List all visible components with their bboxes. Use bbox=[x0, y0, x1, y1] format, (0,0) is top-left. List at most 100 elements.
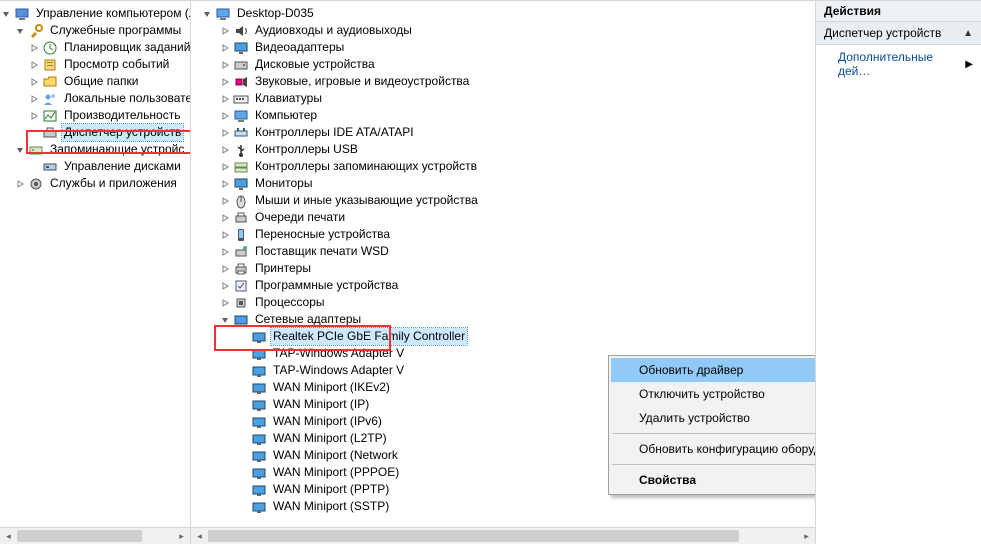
tree-item-task-scheduler[interactable]: Планировщик заданий bbox=[0, 39, 190, 56]
chevron-right-icon[interactable] bbox=[219, 93, 231, 105]
scroll-track[interactable] bbox=[208, 528, 798, 544]
chevron-right-icon[interactable] bbox=[28, 59, 40, 71]
device-tree-item[interactable]: Мыши и иные указывающие устройства bbox=[201, 192, 815, 209]
device-tree-item[interactable]: Поставщик печати WSD bbox=[201, 243, 815, 260]
device-tree-item[interactable]: Сетевые адаптеры bbox=[201, 311, 815, 328]
actions-group-header[interactable]: Диспетчер устройств ▲ bbox=[816, 22, 981, 45]
no-twisty bbox=[237, 433, 249, 445]
tree-root-computer-management[interactable]: Управление компьютером (л bbox=[0, 5, 190, 22]
device-tree-item[interactable]: WAN Miniport (SSTP) bbox=[201, 498, 815, 515]
chevron-right-icon[interactable] bbox=[219, 76, 231, 88]
chevron-right-icon[interactable] bbox=[219, 280, 231, 292]
chevron-right-icon[interactable] bbox=[28, 110, 40, 122]
context-menu[interactable]: Обновить драйвер Отключить устройство Уд… bbox=[608, 355, 816, 495]
device-tree-item[interactable]: Переносные устройства bbox=[201, 226, 815, 243]
tree-item-system-tools[interactable]: Служебные программы bbox=[0, 22, 190, 39]
device-tree-item[interactable]: Процессоры bbox=[201, 294, 815, 311]
chevron-right-icon[interactable] bbox=[219, 144, 231, 156]
chevron-right-icon[interactable] bbox=[219, 110, 231, 122]
scroll-left-button[interactable]: ◂ bbox=[0, 528, 17, 544]
scroll-right-button[interactable]: ▸ bbox=[173, 528, 190, 544]
device-tree-item[interactable]: Контроллеры USB bbox=[201, 141, 815, 158]
tree-item-device-manager[interactable]: Диспетчер устройств bbox=[0, 124, 190, 141]
context-menu-scan-hardware[interactable]: Обновить конфигурацию оборудования bbox=[611, 437, 816, 461]
no-twisty bbox=[237, 382, 249, 394]
tree-label: Запоминающие устройс bbox=[48, 141, 186, 158]
tree-item-services-apps[interactable]: Службы и приложения bbox=[0, 175, 190, 192]
tree-label: Диспетчер устройств bbox=[62, 124, 183, 141]
tree-item-event-viewer[interactable]: Просмотр событий bbox=[0, 56, 190, 73]
context-menu-uninstall-device[interactable]: Удалить устройство bbox=[611, 406, 816, 430]
chevron-right-icon[interactable] bbox=[28, 76, 40, 88]
nic-icon bbox=[251, 329, 267, 345]
chevron-right-icon[interactable] bbox=[219, 229, 231, 241]
chevron-right-icon[interactable] bbox=[219, 263, 231, 275]
menu-item-label: Отключить устройство bbox=[639, 387, 765, 401]
chevron-right-icon[interactable] bbox=[28, 93, 40, 105]
chevron-right-icon[interactable] bbox=[219, 212, 231, 224]
chevron-down-icon[interactable] bbox=[0, 8, 12, 20]
chevron-down-icon[interactable] bbox=[14, 144, 26, 156]
mmc-window: Управление компьютером (л Служебные прог… bbox=[0, 0, 981, 544]
horizontal-scrollbar[interactable]: ◂ ▸ bbox=[191, 527, 815, 544]
collapse-arrow-icon[interactable]: ▲ bbox=[963, 28, 973, 39]
device-tree-item[interactable]: Клавиатуры bbox=[201, 90, 815, 107]
menu-item-label: Свойства bbox=[639, 473, 696, 487]
context-menu-separator bbox=[612, 433, 816, 434]
chevron-right-icon[interactable] bbox=[219, 59, 231, 71]
chevron-right-icon[interactable] bbox=[219, 195, 231, 207]
device-tree-item[interactable]: Контроллеры IDE ATA/ATAPI bbox=[201, 124, 815, 141]
ide-icon bbox=[233, 125, 249, 141]
scroll-right-button[interactable]: ▸ bbox=[798, 528, 815, 544]
nic-icon bbox=[251, 363, 267, 379]
context-menu-update-driver[interactable]: Обновить драйвер bbox=[611, 358, 816, 382]
chevron-right-icon[interactable] bbox=[219, 161, 231, 173]
chevron-right-icon[interactable] bbox=[219, 178, 231, 190]
device-tree-item[interactable]: Аудиовходы и аудиовыходы bbox=[201, 22, 815, 39]
device-tree-item[interactable]: Контроллеры запоминающих устройств bbox=[201, 158, 815, 175]
scroll-track[interactable] bbox=[17, 528, 173, 544]
chevron-right-icon[interactable] bbox=[219, 42, 231, 54]
left-tree[interactable]: Управление компьютером (л Служебные прог… bbox=[0, 1, 190, 544]
context-menu-properties[interactable]: Свойства bbox=[611, 468, 816, 492]
device-label: Звуковые, игровые и видеоустройства bbox=[253, 73, 471, 90]
chevron-right-icon[interactable] bbox=[219, 246, 231, 258]
chevron-right-icon[interactable] bbox=[219, 297, 231, 309]
device-tree-item[interactable]: Очереди печати bbox=[201, 209, 815, 226]
chevron-down-icon[interactable] bbox=[14, 25, 26, 37]
tree-item-disk-management[interactable]: Управление дисками bbox=[0, 158, 190, 175]
device-tree-item[interactable]: Realtek PCIe GbE Family Controller bbox=[201, 328, 815, 345]
device-tree-item[interactable]: Компьютер bbox=[201, 107, 815, 124]
tree-item-local-users[interactable]: Локальные пользовате bbox=[0, 90, 190, 107]
no-twisty bbox=[237, 484, 249, 496]
chevron-right-icon[interactable] bbox=[14, 178, 26, 190]
chevron-right-icon[interactable] bbox=[219, 127, 231, 139]
chevron-right-icon[interactable] bbox=[28, 42, 40, 54]
device-tree-item[interactable]: Мониторы bbox=[201, 175, 815, 192]
tree-item-storage[interactable]: Запоминающие устройс bbox=[0, 141, 190, 158]
scroll-left-button[interactable]: ◂ bbox=[191, 528, 208, 544]
device-label: WAN Miniport (IKEv2) bbox=[271, 379, 392, 396]
actions-more-actions[interactable]: Дополнительные дей… ▶ bbox=[816, 45, 981, 83]
device-tree-item[interactable]: Принтеры bbox=[201, 260, 815, 277]
tree-item-shared-folders[interactable]: Общие папки bbox=[0, 73, 190, 90]
device-label: Компьютер bbox=[253, 107, 319, 124]
sound-icon bbox=[233, 74, 249, 90]
chevron-right-icon[interactable] bbox=[219, 25, 231, 37]
tree-label: Управление дисками bbox=[62, 158, 183, 175]
chevron-down-icon[interactable] bbox=[219, 314, 231, 326]
device-label: Контроллеры USB bbox=[253, 141, 360, 158]
no-twisty bbox=[237, 399, 249, 411]
device-tree-item[interactable]: Звуковые, игровые и видеоустройства bbox=[201, 73, 815, 90]
chevron-down-icon[interactable] bbox=[201, 8, 213, 20]
tree-item-performance[interactable]: Производительность bbox=[0, 107, 190, 124]
context-menu-disable-device[interactable]: Отключить устройство bbox=[611, 382, 816, 406]
device-label: Поставщик печати WSD bbox=[253, 243, 391, 260]
horizontal-scrollbar[interactable]: ◂ ▸ bbox=[0, 527, 190, 544]
device-tree-item[interactable]: Desktop-D035 bbox=[201, 5, 815, 22]
device-tree-item[interactable]: Видеоадаптеры bbox=[201, 39, 815, 56]
device-tree-item[interactable]: Программные устройства bbox=[201, 277, 815, 294]
menu-item-label: Обновить конфигурацию оборудования bbox=[639, 442, 816, 456]
context-menu-separator bbox=[612, 464, 816, 465]
device-tree-item[interactable]: Дисковые устройства bbox=[201, 56, 815, 73]
